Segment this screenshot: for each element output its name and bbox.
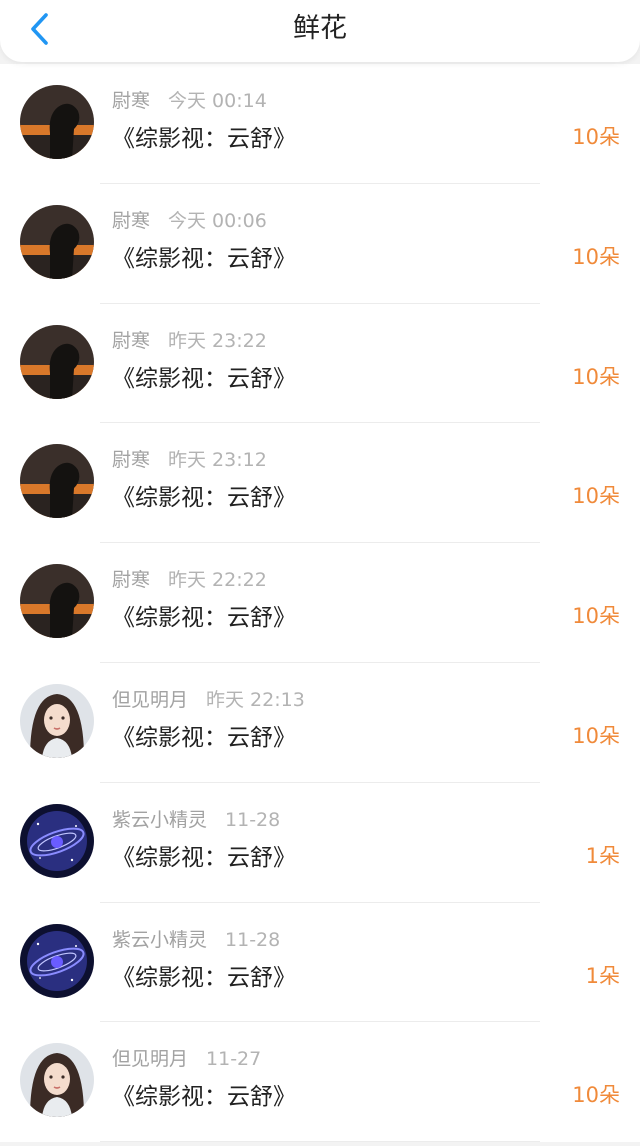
flower-amount: 10朵 [572,604,620,629]
avatar[interactable] [20,204,94,279]
flower-amount: 10朵 [572,484,620,509]
flower-amount: 1朵 [585,843,620,868]
username[interactable]: 紫云小精灵 [112,929,207,951]
page-title: 鲜花 [293,13,347,44]
book-title[interactable]: 《综影视：云舒》 [112,359,296,393]
timestamp: 今天 00:14 [168,90,267,112]
header-bar: 鲜花 [0,0,640,62]
record-meta: 紫云小精灵 11-28 [112,925,280,952]
flower-amount: 10朵 [572,364,620,389]
book-title[interactable]: 《综影视：云舒》 [112,838,296,872]
timestamp: 11-28 [225,808,281,831]
avatar[interactable] [20,444,94,519]
username[interactable]: 但见明月 [112,1048,188,1070]
book-title[interactable]: 《综影视：云舒》 [112,119,296,153]
list-item[interactable]: 尉寒 今天 00:14 《综影视：云舒》 10朵 [0,64,640,184]
timestamp: 今天 00:06 [168,209,267,232]
book-title[interactable]: 《综影视：云舒》 [112,718,296,752]
flower-amount: 1朵 [585,963,620,988]
timestamp: 昨天 22:13 [206,688,305,711]
sunset-silhouette-avatar-icon [20,85,94,159]
username[interactable]: 紫云小精灵 [112,809,207,831]
list-item[interactable]: 紫云小精灵 11-28 《综影视：云舒》 1朵 [0,903,640,1023]
username[interactable]: 尉寒 [112,330,150,352]
record-meta: 尉寒 昨天 22:22 [112,565,267,592]
list-item[interactable]: 尉寒 昨天 23:12 《综影视：云舒》 10朵 [0,423,640,544]
record-meta: 尉寒 昨天 23:12 [112,445,267,472]
sunset-silhouette-avatar-icon [20,324,94,399]
sunset-silhouette-avatar-icon [20,444,94,519]
avatar[interactable] [20,1043,94,1118]
record-meta: 但见明月 11-27 [112,1044,261,1071]
avatar[interactable] [20,923,94,998]
record-meta: 尉寒 今天 00:14 [112,86,267,113]
purple-galaxy-avatar-icon [20,803,94,878]
record-meta: 但见明月 昨天 22:13 [112,685,305,712]
timestamp: 昨天 23:22 [168,329,267,352]
list-item[interactable]: 但见明月 昨天 22:13 《综影视：云舒》 10朵 [0,663,640,783]
book-title[interactable]: 《综影视：云舒》 [112,478,296,512]
list-item[interactable]: 但见明月 11-27 《综影视：云舒》 10朵 [0,1022,640,1143]
book-title[interactable]: 《综影视：云舒》 [112,239,296,273]
girl-portrait-avatar-icon [20,683,94,758]
record-meta: 尉寒 今天 00:06 [112,206,267,233]
username[interactable]: 尉寒 [112,449,150,471]
username[interactable]: 但见明月 [112,689,188,711]
username[interactable]: 尉寒 [112,569,150,591]
avatar[interactable] [20,85,94,159]
divider [100,1141,540,1143]
avatar[interactable] [20,803,94,878]
username[interactable]: 尉寒 [112,210,150,232]
sunset-silhouette-avatar-icon [20,204,94,279]
gift-record-list: 尉寒 今天 00:14 《综影视：云舒》 10朵 尉寒 今天 00:06 《综影视：… [0,64,640,1143]
record-meta: 紫云小精灵 11-28 [112,805,280,832]
sunset-silhouette-avatar-icon [20,564,94,639]
flower-amount: 10朵 [572,723,620,748]
book-title[interactable]: 《综影视：云舒》 [112,1077,296,1111]
book-title[interactable]: 《综影视：云舒》 [112,598,296,632]
list-item[interactable]: 尉寒 昨天 23:22 《综影视：云舒》 10朵 [0,304,640,424]
flower-amount: 10朵 [572,244,620,269]
timestamp: 11-27 [206,1048,262,1071]
record-meta: 尉寒 昨天 23:22 [112,326,267,353]
timestamp: 昨天 23:12 [168,449,267,472]
list-item[interactable]: 尉寒 昨天 22:22 《综影视：云舒》 10朵 [0,543,640,663]
avatar[interactable] [20,324,94,399]
list-item[interactable]: 紫云小精灵 11-28 《综影视：云舒》 1朵 [0,783,640,903]
book-title[interactable]: 《综影视：云舒》 [112,958,296,992]
avatar[interactable] [20,564,94,639]
girl-portrait-avatar-icon [20,1043,94,1118]
flower-amount: 10朵 [572,1083,620,1108]
flower-amount: 10朵 [572,125,620,149]
purple-galaxy-avatar-icon [20,923,94,998]
timestamp: 11-28 [225,928,281,951]
list-item[interactable]: 尉寒 今天 00:06 《综影视：云舒》 10朵 [0,184,640,304]
avatar[interactable] [20,683,94,758]
username[interactable]: 尉寒 [112,90,150,112]
timestamp: 昨天 22:22 [168,569,267,592]
